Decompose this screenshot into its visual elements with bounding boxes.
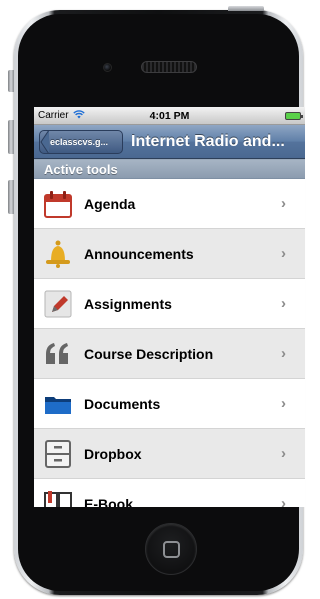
list-item-announcements[interactable]: Announcements › <box>34 229 305 279</box>
list-item-agenda[interactable]: Agenda › <box>34 179 305 229</box>
quote-icon <box>42 338 74 370</box>
list-item-label: Dropbox <box>84 445 142 462</box>
section-header-active-tools: Active tools <box>34 159 305 179</box>
list-item-label: Announcements <box>84 245 194 262</box>
bell-icon <box>42 238 74 270</box>
book-icon <box>42 488 74 507</box>
home-button[interactable] <box>145 523 197 575</box>
pencil-icon <box>42 288 74 320</box>
list-item-e-book[interactable]: E-Book › <box>34 479 305 507</box>
list-item-label: Assignments <box>84 295 172 312</box>
back-button[interactable]: eclasscvs.g... <box>39 129 123 154</box>
drawer-icon <box>42 438 74 470</box>
folder-icon <box>42 388 74 420</box>
chevron-right-icon: › <box>281 195 286 212</box>
chevron-right-icon: › <box>281 295 286 312</box>
tools-list: Agenda › Announcements › Assignments › C… <box>34 179 305 507</box>
back-button-label: eclasscvs.g... <box>50 136 109 147</box>
list-item-label: E-Book <box>84 495 133 508</box>
battery-icon <box>285 112 303 120</box>
chevron-right-icon: › <box>281 245 286 262</box>
list-item-label: Documents <box>84 395 161 412</box>
earpiece-speaker <box>141 61 197 73</box>
list-item-dropbox[interactable]: Dropbox › <box>34 429 305 479</box>
front-camera <box>103 63 112 72</box>
list-item-label: Agenda <box>84 195 136 212</box>
mute-switch <box>8 70 14 92</box>
chevron-right-icon: › <box>281 345 286 362</box>
calendar-icon <box>42 188 74 220</box>
chevron-right-icon: › <box>281 495 286 507</box>
volume-down-button <box>8 180 14 214</box>
list-item-documents[interactable]: Documents › <box>34 379 305 429</box>
chevron-right-icon: › <box>281 395 286 412</box>
list-item-assignments[interactable]: Assignments › <box>34 279 305 329</box>
list-item-label: Course Description <box>84 345 214 362</box>
power-button <box>228 6 264 11</box>
chevron-right-icon: › <box>281 445 286 462</box>
home-square-icon <box>163 541 180 558</box>
status-time: 4:01 PM <box>149 109 190 122</box>
status-bar: Carrier 4:01 PM <box>34 107 305 125</box>
list-item-course-description[interactable]: Course Description › <box>34 329 305 379</box>
volume-up-button <box>8 120 14 154</box>
app-screen: Carrier 4:01 PM eclasscvs.g... Internet … <box>34 107 305 507</box>
page-title: Internet Radio and... <box>131 132 285 150</box>
navigation-bar: eclasscvs.g... Internet Radio and... <box>34 125 305 159</box>
